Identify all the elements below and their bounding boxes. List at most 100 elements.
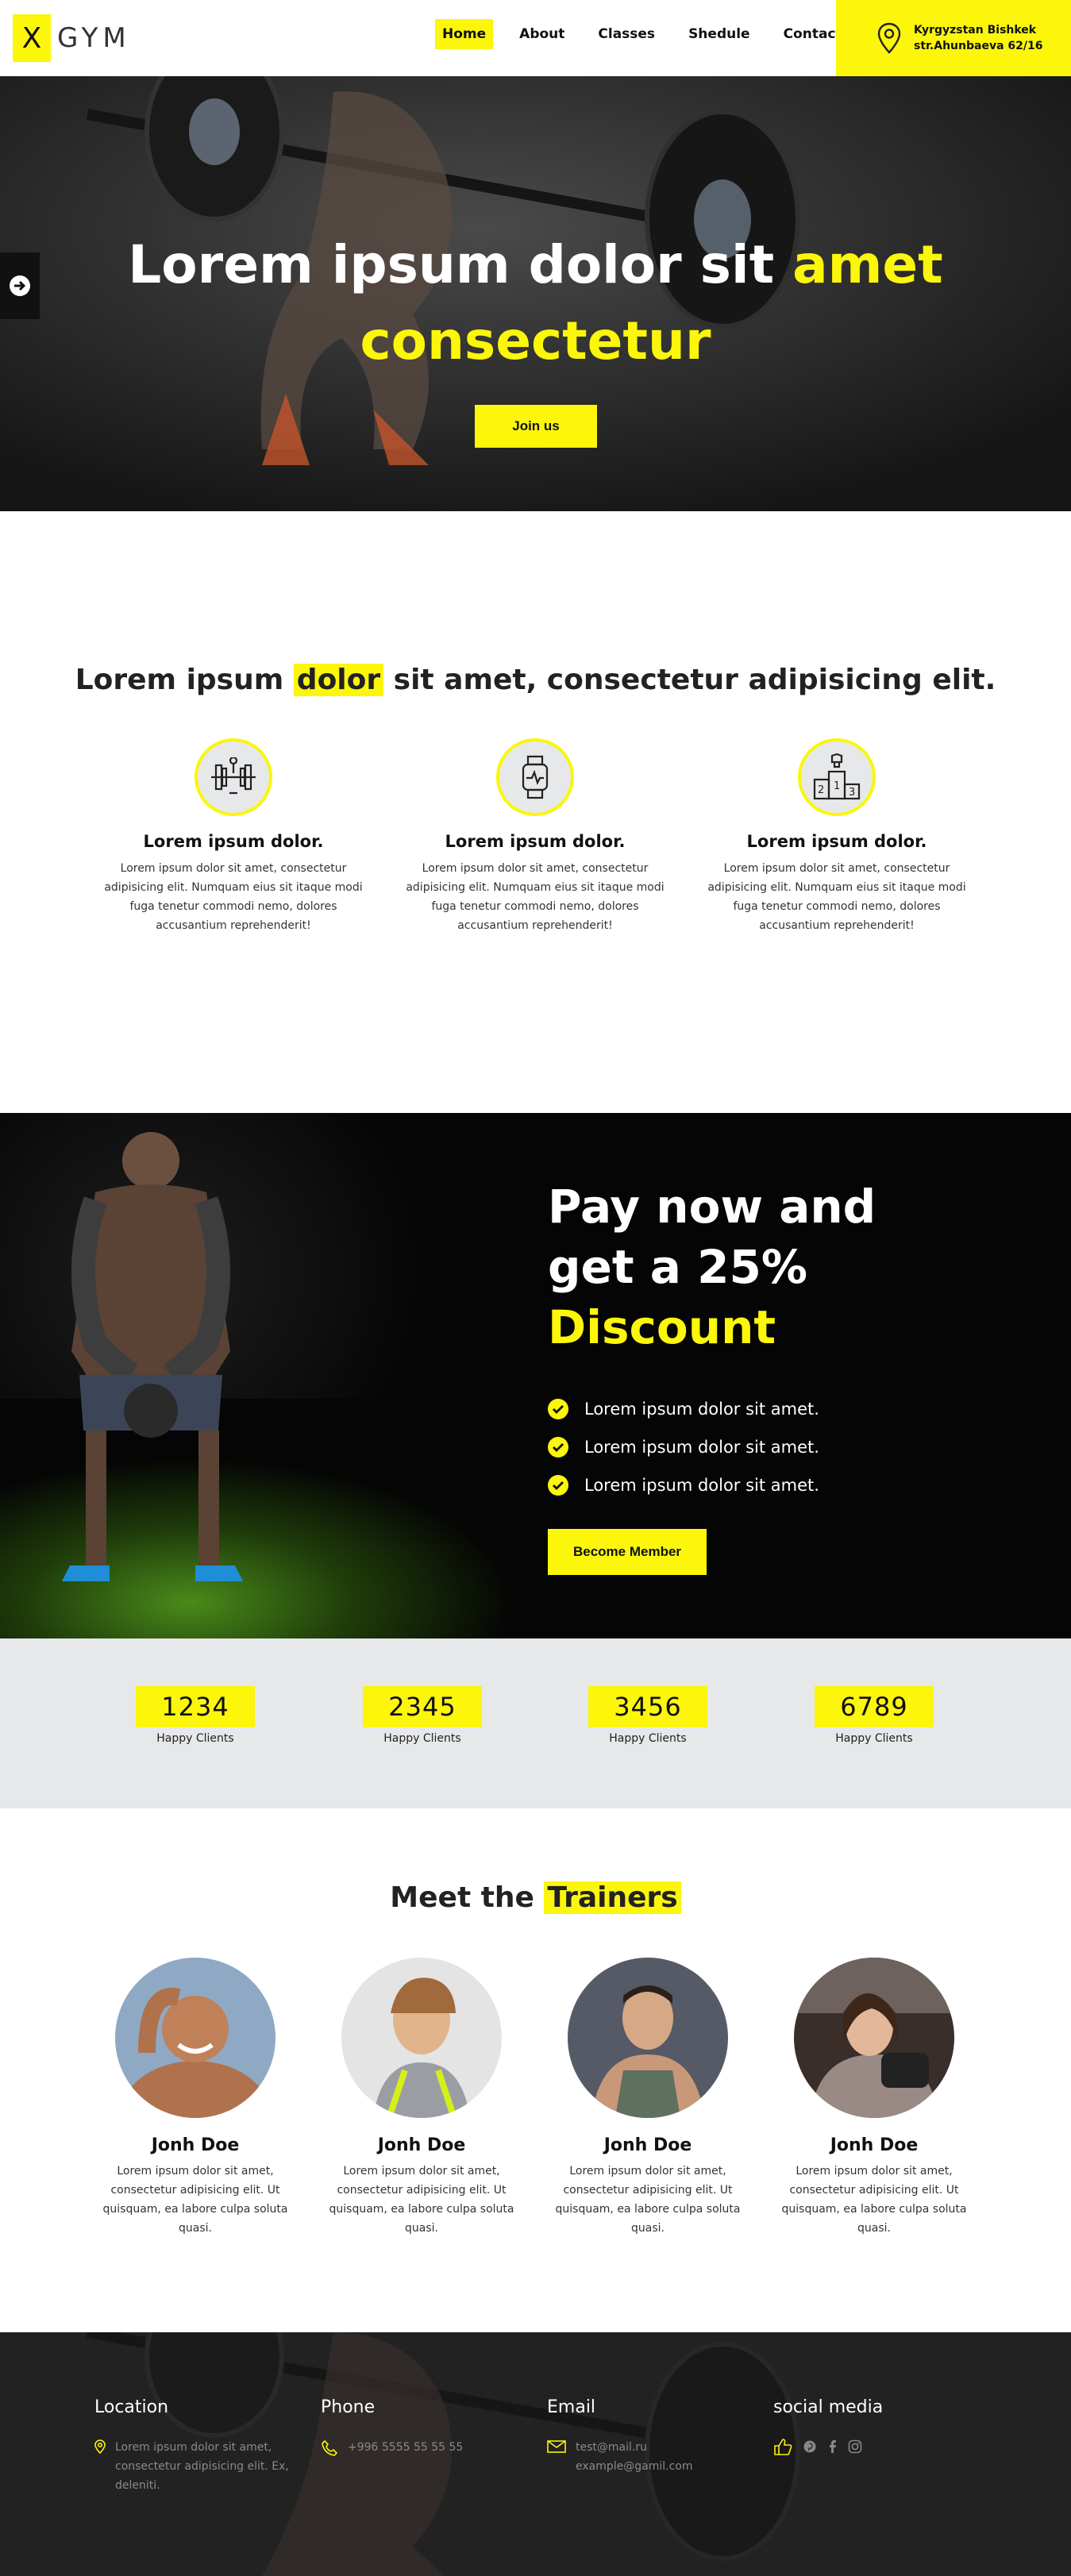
stat-label: Happy Clients xyxy=(156,1732,234,1745)
hero-title: Lorem ipsum dolor sit amet consectetur xyxy=(0,227,1071,379)
podium-icon: 2 13 xyxy=(813,753,861,800)
stat-value: 1234 xyxy=(136,1686,255,1727)
phone-icon xyxy=(322,2439,338,2456)
feature-icon-circle xyxy=(195,738,272,816)
nav-classes[interactable]: Classes xyxy=(591,19,662,49)
trainer-bio: Lorem ipsum dolor sit amet, consectetur … xyxy=(102,2165,288,2235)
arrow-right-circle-icon xyxy=(10,275,30,296)
feature-text: Lorem ipsum dolor sit amet, consectetur … xyxy=(406,862,665,932)
stat-label: Happy Clients xyxy=(609,1732,687,1745)
stat-label: Happy Clients xyxy=(383,1732,461,1745)
facebook-icon[interactable] xyxy=(827,2439,837,2454)
discount-line-2: get a 25% xyxy=(548,1240,807,1294)
feature-icon-circle xyxy=(496,738,574,816)
pinterest-icon[interactable] xyxy=(803,2440,816,2453)
trainer-card: Jonh Doe Lorem ipsum dolor sit amet, con… xyxy=(318,1958,525,2238)
benefit-item: Lorem ipsum dolor sit amet. xyxy=(548,1475,819,1496)
nav-home[interactable]: Home xyxy=(435,19,494,49)
hero-title-white: Lorem ipsum dolor sit xyxy=(128,234,793,295)
main-nav: Home About Classes Shedule Contact xyxy=(435,19,869,49)
features-heading-part-1: Lorem ipsum xyxy=(75,664,294,696)
envelope-icon xyxy=(547,2440,566,2453)
trainer-card: Jonh Doe Lorem ipsum dolor sit amet, con… xyxy=(771,1958,977,2238)
logo[interactable]: X GYM xyxy=(13,14,131,62)
nav-about[interactable]: About xyxy=(512,19,572,49)
feature-text: Lorem ipsum dolor sit amet, consectetur … xyxy=(104,862,363,932)
thumbs-up-icon[interactable] xyxy=(773,2438,792,2455)
features-heading: Lorem ipsum dolor sit amet, consectetur … xyxy=(0,664,1071,696)
site-footer: Location Lorem ipsum dolor sit amet, con… xyxy=(0,2332,1071,2576)
feature-card: Lorem ipsum dolor. Lorem ipsum dolor sit… xyxy=(97,738,370,935)
trainer-card: Jonh Doe Lorem ipsum dolor sit amet, con… xyxy=(92,1958,299,2238)
svg-text:3: 3 xyxy=(849,787,855,799)
logo-text: GYM xyxy=(57,22,131,54)
features-heading-part-2: sit amet, consectetur adipisicing elit. xyxy=(383,664,996,696)
trainer-photo[interactable] xyxy=(568,1958,728,2118)
benefit-text: Lorem ipsum dolor sit amet. xyxy=(584,1400,819,1419)
location-box: Kyrgyzstan Bishkek str.Ahunbaeva 62/16 xyxy=(836,0,1071,76)
trainer-name: Jonh Doe xyxy=(377,2135,466,2155)
benefit-text: Lorem ipsum dolor sit amet. xyxy=(584,1476,819,1495)
trainer-bio: Lorem ipsum dolor sit amet, consectetur … xyxy=(555,2165,741,2235)
stat-item: 2345 Happy Clients xyxy=(363,1686,482,1745)
map-pin-icon xyxy=(877,22,901,54)
feature-title: Lorem ipsum dolor. xyxy=(143,832,324,851)
become-member-button[interactable]: Become Member xyxy=(548,1529,707,1575)
side-arrow-tab[interactable] xyxy=(0,252,40,319)
footer-phone-title: Phone xyxy=(321,2397,376,2417)
instagram-icon[interactable] xyxy=(848,2439,862,2454)
benefit-item: Lorem ipsum dolor sit amet. xyxy=(548,1399,819,1419)
stat-item: 1234 Happy Clients xyxy=(136,1686,255,1745)
footer-email-1[interactable]: test@mail.ru xyxy=(576,2438,693,2457)
stat-label: Happy Clients xyxy=(835,1732,913,1745)
discount-line-1: Pay now and xyxy=(548,1180,876,1234)
footer-social-title: social media xyxy=(773,2397,884,2417)
trainers-heading: Meet the Trainers xyxy=(0,1881,1071,1914)
stat-item: 6789 Happy Clients xyxy=(815,1686,934,1745)
footer-email-row: test@mail.ru example@gamil.com xyxy=(547,2438,745,2476)
stats-section: 1234 Happy Clients 2345 Happy Clients 34… xyxy=(0,1638,1071,1808)
benefit-text: Lorem ipsum dolor sit amet. xyxy=(584,1438,819,1457)
trainer-card: Jonh Doe Lorem ipsum dolor sit amet, con… xyxy=(545,1958,751,2238)
hero-title-yellow-2: consectetur xyxy=(360,310,711,372)
footer-phone-text[interactable]: +996 5555 55 55 55 xyxy=(348,2438,463,2457)
smartwatch-icon xyxy=(522,755,549,799)
site-header: X GYM Home About Classes Shedule Contact… xyxy=(0,0,1071,76)
stat-value: 6789 xyxy=(815,1686,934,1727)
check-icon xyxy=(548,1437,568,1457)
footer-location-title: Location xyxy=(94,2397,169,2417)
location-line-1: Kyrgyzstan Bishkek xyxy=(914,24,1037,37)
discount-heading: Pay now and get a 25% Discount xyxy=(548,1176,945,1357)
trainer-photo[interactable] xyxy=(794,1958,954,2118)
check-icon xyxy=(548,1475,568,1496)
hero-section: Lorem ipsum dolor sit amet consectetur J… xyxy=(0,76,1071,511)
barbell-icon xyxy=(211,757,256,795)
trainer-bio: Lorem ipsum dolor sit amet, consectetur … xyxy=(329,2165,514,2235)
social-links xyxy=(773,2438,972,2455)
footer-location-text: Lorem ipsum dolor sit amet, consectetur … xyxy=(115,2441,289,2492)
footer-email-2[interactable]: example@gamil.com xyxy=(576,2457,693,2476)
trainer-photo[interactable] xyxy=(115,1958,275,2118)
trainers-heading-part: Meet the xyxy=(390,1881,545,1914)
check-icon xyxy=(548,1399,568,1419)
footer-phone-column: Phone +996 5555 55 55 55 xyxy=(321,2397,519,2457)
trainer-name: Jonh Doe xyxy=(151,2135,240,2155)
feature-text: Lorem ipsum dolor sit amet, consectetur … xyxy=(707,862,966,932)
benefit-item: Lorem ipsum dolor sit amet. xyxy=(548,1437,819,1457)
feature-card: 213 Lorem ipsum dolor. Lorem ipsum dolor… xyxy=(700,738,973,935)
features-heading-highlight: dolor xyxy=(293,664,384,696)
join-us-button[interactable]: Join us xyxy=(475,405,597,448)
trainer-name: Jonh Doe xyxy=(830,2135,919,2155)
feature-title: Lorem ipsum dolor. xyxy=(746,832,927,851)
nav-schedule[interactable]: Shedule xyxy=(681,19,757,49)
footer-email-column: Email test@mail.ru example@gamil.com xyxy=(547,2397,745,2476)
feature-icon-circle: 213 xyxy=(798,738,876,816)
trainers-heading-highlight: Trainers xyxy=(544,1881,681,1914)
svg-text:1: 1 xyxy=(834,780,840,792)
stat-value: 2345 xyxy=(363,1686,482,1727)
trainer-name: Jonh Doe xyxy=(603,2135,692,2155)
feature-title: Lorem ipsum dolor. xyxy=(445,832,626,851)
trainer-photo[interactable] xyxy=(341,1958,502,2118)
map-pin-icon xyxy=(94,2439,106,2454)
feature-card: Lorem ipsum dolor. Lorem ipsum dolor sit… xyxy=(399,738,672,935)
